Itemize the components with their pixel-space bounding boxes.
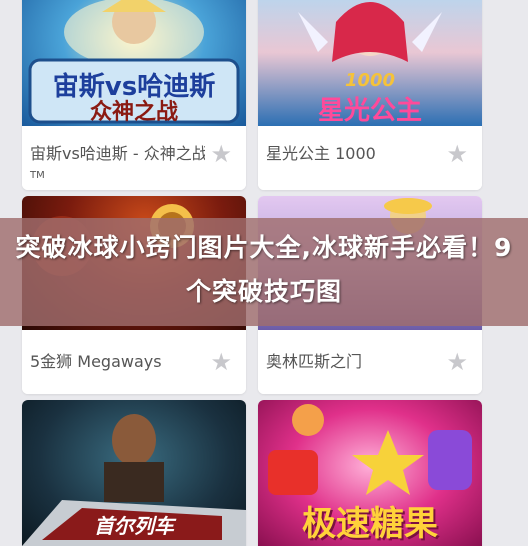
game-thumbnail[interactable]: 宙斯vs哈迪斯 众神之战 xyxy=(22,0,246,126)
game-name[interactable]: 宙斯vs哈迪斯 - 众神之战 xyxy=(30,144,205,164)
logo-subtitle: 众神之战 xyxy=(89,100,178,125)
game-caption: 5金狮 Megaways ★ xyxy=(22,334,246,394)
banner-title: 突破冰球小窍门图片大全,冰球新手必看！9个突破技巧图 xyxy=(15,233,513,306)
logo-title: 极速糖果 xyxy=(302,504,438,544)
trademark-label: TM xyxy=(30,170,45,181)
favorite-star-icon[interactable]: ★ xyxy=(210,142,232,166)
favorite-star-icon[interactable]: ★ xyxy=(446,142,468,166)
game-name[interactable]: 星光公主 1000 xyxy=(266,144,441,164)
game-card-speed-candy[interactable]: 极速糖果 xyxy=(258,400,482,546)
game-caption: 奥林匹斯之门 ★ xyxy=(258,334,482,394)
game-thumbnail[interactable]: 极速糖果 xyxy=(258,400,482,546)
game-name[interactable]: 5金狮 Megaways xyxy=(30,352,205,372)
favorite-star-icon[interactable]: ★ xyxy=(446,350,468,374)
game-card-starlight-princess[interactable]: 1000 星光公主 星光公主 1000 ★ xyxy=(258,0,482,190)
overlay-banner: 突破冰球小窍门图片大全,冰球新手必看！9个突破技巧图 xyxy=(0,218,528,326)
game-thumbnail[interactable]: 1000 星光公主 xyxy=(258,0,482,126)
game-name[interactable]: 奥林匹斯之门 xyxy=(266,352,441,372)
logo-number: 1000 xyxy=(344,70,396,91)
game-thumbnail[interactable]: 首尔列车 xyxy=(22,400,246,546)
favorite-star-icon[interactable]: ★ xyxy=(210,350,232,374)
game-card-zeus-vs-hades[interactable]: 宙斯vs哈迪斯 众神之战 宙斯vs哈迪斯 - 众神之战 TM ★ xyxy=(22,0,246,190)
game-caption: 宙斯vs哈迪斯 - 众神之战 TM ★ xyxy=(22,126,246,190)
game-card-seoul-train[interactable]: 首尔列车 xyxy=(22,400,246,546)
logo-title: 首尔列车 xyxy=(94,514,174,538)
logo-title: 星光公主 xyxy=(317,96,422,126)
game-caption: 星光公主 1000 ★ xyxy=(258,126,482,190)
